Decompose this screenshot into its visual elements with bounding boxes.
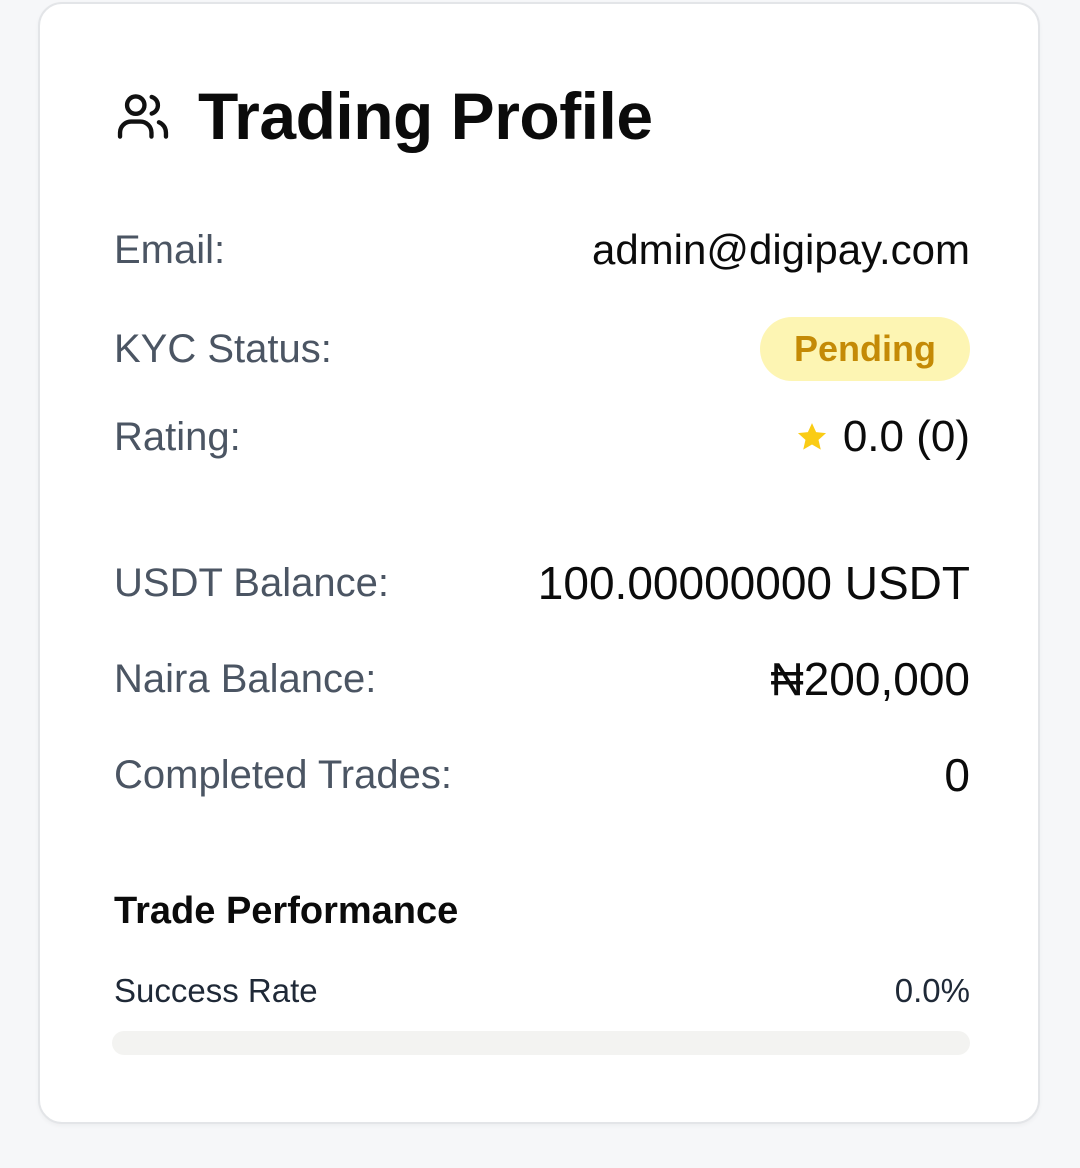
success-rate-label: Success Rate xyxy=(114,972,318,1009)
kyc-status-label: KYC Status: xyxy=(114,326,332,371)
completed-trades-label: Completed Trades: xyxy=(114,752,452,797)
rating-value-group: 0.0 (0) xyxy=(795,412,970,462)
kyc-status-row: KYC Status: Pending xyxy=(114,317,970,381)
usdt-balance-value: 100.00000000 USDT xyxy=(537,557,970,609)
users-icon xyxy=(114,87,172,145)
kyc-status-badge: Pending xyxy=(760,317,970,381)
rating-row: Rating: 0.0 (0) xyxy=(114,412,970,462)
email-label: Email: xyxy=(114,227,226,272)
success-rate-value: 0.0% xyxy=(894,972,970,1009)
success-rate-progress-bar xyxy=(112,1031,970,1055)
email-row: Email: admin@digipay.com xyxy=(114,226,970,274)
trade-performance-title: Trade Performance xyxy=(114,890,459,932)
email-value: admin@digipay.com xyxy=(591,226,970,273)
usdt-balance-label: USDT Balance: xyxy=(114,560,389,605)
card-title: Trading Profile xyxy=(198,79,653,153)
star-icon xyxy=(797,423,826,450)
rating-value: 0.0 (0) xyxy=(842,412,970,461)
completed-trades-row: Completed Trades: 0 xyxy=(114,748,970,802)
completed-trades-value: 0 xyxy=(944,749,970,801)
naira-balance-row: Naira Balance: ₦200,000 xyxy=(114,652,970,706)
success-rate-row: Success Rate 0.0% xyxy=(114,972,970,1010)
rating-label: Rating: xyxy=(114,414,241,459)
naira-balance-value: ₦200,000 xyxy=(770,653,971,705)
usdt-balance-row: USDT Balance: 100.00000000 USDT xyxy=(114,556,970,610)
card-header: Trading Profile xyxy=(114,76,653,156)
trading-profile-card: Trading Profile Email: admin@digipay.com… xyxy=(38,2,1040,1124)
naira-balance-label: Naira Balance: xyxy=(114,656,377,701)
